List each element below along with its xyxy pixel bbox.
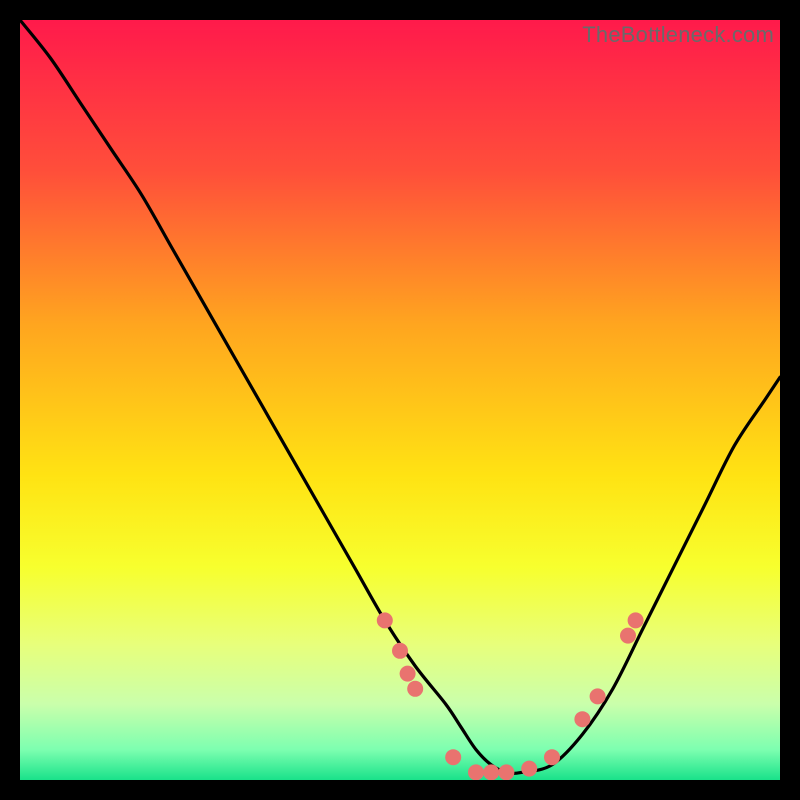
gradient-background bbox=[20, 20, 780, 780]
highlight-dot bbox=[400, 666, 416, 682]
bottleneck-chart bbox=[20, 20, 780, 780]
highlight-dot bbox=[544, 749, 560, 765]
highlight-dot bbox=[590, 688, 606, 704]
highlight-dot bbox=[483, 764, 499, 780]
watermark-text: TheBottleneck.com bbox=[582, 22, 774, 48]
highlight-dot bbox=[445, 749, 461, 765]
highlight-dot bbox=[468, 764, 484, 780]
highlight-dot bbox=[628, 612, 644, 628]
highlight-dot bbox=[392, 643, 408, 659]
highlight-dot bbox=[574, 711, 590, 727]
highlight-dot bbox=[620, 628, 636, 644]
highlight-dot bbox=[521, 761, 537, 777]
highlight-dot bbox=[407, 681, 423, 697]
highlight-dot bbox=[377, 612, 393, 628]
chart-frame: TheBottleneck.com bbox=[20, 20, 780, 780]
highlight-dot bbox=[498, 764, 514, 780]
